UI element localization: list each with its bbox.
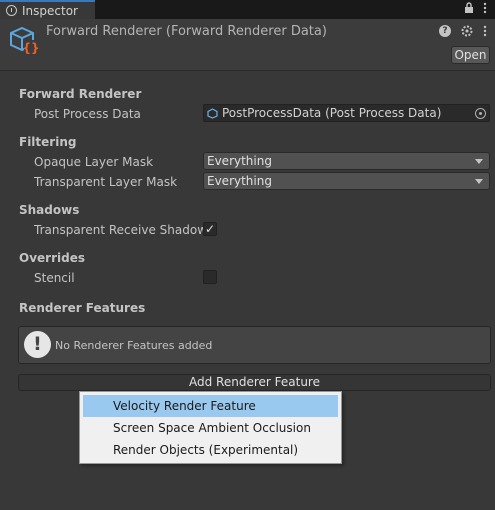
post-process-field[interactable]: PostProcessData (Post Process Data) — [203, 104, 490, 122]
section-renderer-features: Renderer Features — [19, 301, 146, 315]
inspector-header: {} Forward Renderer (Forward Renderer Da… — [0, 19, 495, 71]
section-shadows: Shadows — [19, 203, 80, 217]
post-process-label: Post Process Data — [34, 107, 141, 121]
warning-icon: ! — [24, 331, 51, 358]
settings-icon[interactable] — [461, 25, 473, 37]
transparent-receive-shadow-label: Transparent Receive Shadow — [34, 223, 208, 237]
lock-icon[interactable] — [464, 2, 474, 14]
svg-text:{}: {} — [22, 41, 39, 55]
stencil-label: Stencil — [34, 271, 75, 285]
menu-item-render-objects[interactable]: Render Objects (Experimental) — [83, 439, 338, 461]
opaque-layer-mask-label: Opaque Layer Mask — [34, 155, 154, 169]
no-features-helpbox: ! No Renderer Features added — [18, 326, 491, 364]
transparent-layer-mask-value: Everything — [207, 174, 272, 188]
no-features-message: No Renderer Features added — [55, 339, 213, 352]
add-feature-menu: Velocity Render Feature Screen Space Amb… — [79, 391, 342, 464]
transparent-receive-shadow-checkbox[interactable]: ✓ — [203, 222, 217, 236]
post-process-value: PostProcessData (Post Process Data) — [222, 106, 442, 120]
object-picker-icon[interactable] — [475, 108, 486, 119]
add-renderer-feature-button[interactable]: Add Renderer Feature — [18, 374, 491, 391]
tab-inspector[interactable]: Inspector — [0, 0, 95, 19]
dropdown-arrow-icon — [475, 159, 483, 164]
section-overrides: Overrides — [19, 251, 85, 265]
renderer-asset-icon: {} — [10, 26, 39, 55]
tab-bar: Inspector — [0, 0, 495, 19]
dropdown-arrow-icon — [475, 179, 483, 184]
more-menu-icon[interactable] — [483, 2, 487, 14]
section-forward-renderer: Forward Renderer — [19, 87, 142, 101]
tab-label: Inspector — [22, 3, 78, 18]
tab-tools — [464, 2, 487, 14]
stencil-checkbox[interactable] — [203, 270, 217, 284]
transparent-layer-mask-dropdown[interactable]: Everything — [203, 172, 490, 190]
more-menu-icon[interactable] — [483, 25, 487, 37]
help-icon[interactable]: ? — [439, 25, 451, 37]
section-filtering: Filtering — [19, 135, 77, 149]
menu-item-screen-space-ambient-occlusion[interactable]: Screen Space Ambient Occlusion — [83, 417, 338, 439]
info-icon — [6, 5, 17, 16]
menu-item-velocity-render-feature[interactable]: Velocity Render Feature — [83, 395, 338, 417]
post-process-asset-icon — [207, 107, 218, 119]
opaque-layer-mask-value: Everything — [207, 154, 272, 168]
opaque-layer-mask-dropdown[interactable]: Everything — [203, 152, 490, 170]
header-tools: ? — [439, 25, 487, 37]
page-title: Forward Renderer (Forward Renderer Data) — [46, 24, 327, 39]
transparent-layer-mask-label: Transparent Layer Mask — [34, 175, 178, 189]
open-button[interactable]: Open — [451, 46, 490, 64]
